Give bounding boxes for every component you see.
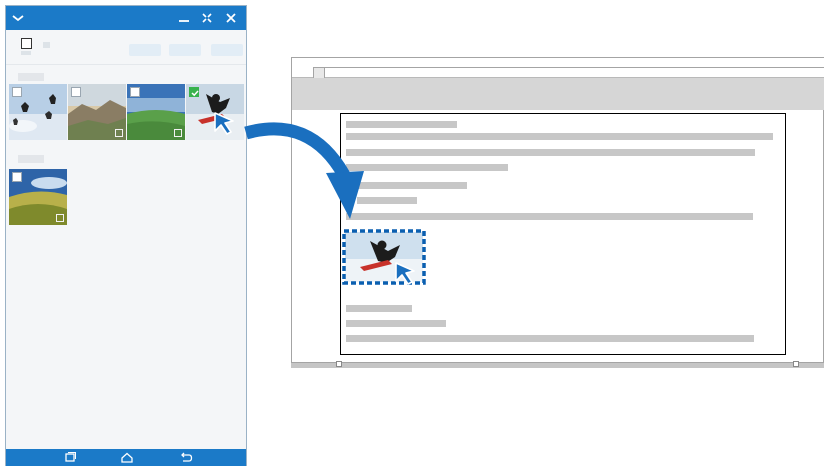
toolbar-action-button-2[interactable]: [169, 44, 201, 56]
text-line: [346, 305, 412, 312]
phone-window: [5, 5, 247, 466]
text-line: [346, 335, 754, 342]
expand-icon[interactable]: [56, 214, 64, 222]
photo-checkbox[interactable]: [130, 87, 140, 97]
text-line: [346, 320, 446, 327]
photo-snow-jumpers[interactable]: [9, 84, 67, 140]
close-icon[interactable]: [223, 10, 239, 26]
drop-cursor-icon: [395, 262, 415, 285]
minimize-icon[interactable]: [176, 10, 192, 26]
photo-checkbox[interactable]: [71, 87, 81, 97]
restore-icon[interactable]: [199, 10, 215, 26]
photo-checkbox[interactable]: [12, 172, 22, 182]
tab-strip-line: [325, 67, 824, 68]
expand-icon[interactable]: [174, 129, 182, 137]
document-toolbar: [292, 78, 824, 110]
back-icon[interactable]: [179, 451, 193, 464]
text-line: [346, 213, 753, 220]
navigation-bar: [6, 449, 246, 466]
select-all-checkbox[interactable]: [21, 38, 32, 49]
date-group-label: [18, 155, 44, 163]
window-tab-strip: [292, 58, 824, 78]
phone-title-bar: [6, 6, 246, 30]
scroll-marker-right[interactable]: [793, 361, 799, 367]
photo-grass-field[interactable]: [9, 169, 67, 225]
home-icon[interactable]: [120, 451, 134, 464]
count-indicator: [43, 42, 50, 48]
document-tab[interactable]: [313, 67, 325, 78]
text-line: [346, 133, 773, 140]
gallery-panel: [6, 30, 246, 457]
mouse-cursor-icon: [214, 112, 234, 135]
toolbar-action-button-3[interactable]: [211, 44, 243, 56]
scroll-marker-left[interactable]: [336, 361, 342, 367]
drag-arrow-icon: [244, 122, 364, 219]
toolbar-action-button-1[interactable]: [129, 44, 161, 56]
photo-checkbox-checked[interactable]: [189, 87, 199, 97]
window-scrollbar[interactable]: [291, 363, 824, 368]
photo-green-field[interactable]: [127, 84, 185, 140]
select-all-label: [21, 51, 31, 55]
photo-mountain-sunset[interactable]: [68, 84, 126, 140]
toolbar-divider: [6, 64, 246, 65]
recent-apps-icon[interactable]: [63, 451, 77, 464]
text-line: [346, 149, 755, 156]
expand-icon[interactable]: [115, 129, 123, 137]
photo-checkbox[interactable]: [12, 87, 22, 97]
date-group-label: [18, 73, 44, 81]
chevron-down-icon[interactable]: [10, 10, 26, 26]
